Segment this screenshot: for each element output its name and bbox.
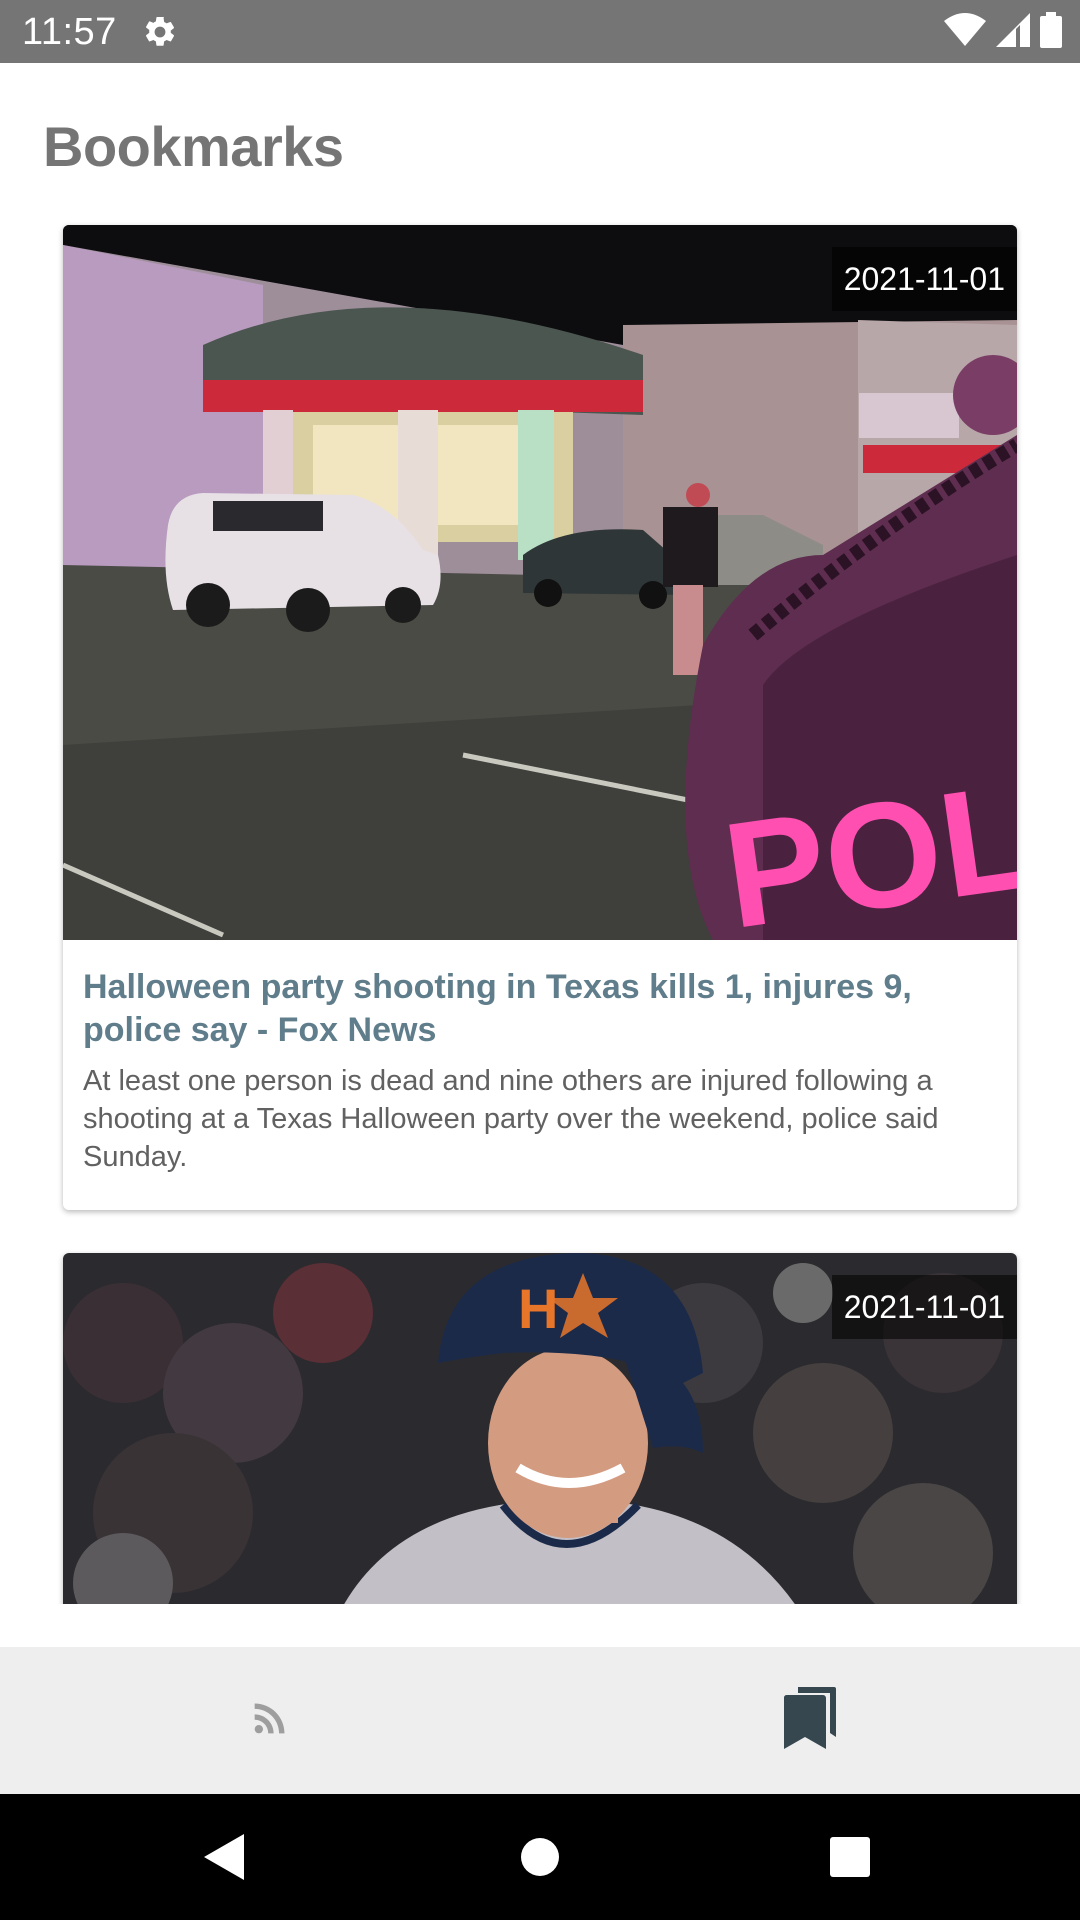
article-title[interactable]: Halloween party shooting in Texas kills … bbox=[83, 966, 997, 1052]
date-badge: 2021-11-01 bbox=[831, 1275, 1017, 1339]
rss-feed-icon bbox=[247, 1695, 293, 1746]
card-body: Halloween party shooting in Texas kills … bbox=[63, 940, 1017, 1176]
screen: 11:57 Bookmarks POLICE 2021-11-01 Hallow… bbox=[0, 0, 1080, 1920]
status-bar: 11:57 bbox=[0, 0, 1080, 63]
bookmark-card[interactable]: H 2021-11-01 bbox=[63, 1253, 1017, 1604]
article-image: H 2021-11-01 bbox=[63, 1253, 1017, 1604]
gear-icon bbox=[142, 14, 178, 50]
svg-text:H: H bbox=[518, 1277, 558, 1340]
battery-icon bbox=[1040, 11, 1062, 53]
status-time: 11:57 bbox=[22, 11, 117, 53]
signal-icon bbox=[996, 12, 1030, 52]
system-navigation-bar bbox=[0, 1794, 1080, 1920]
back-icon[interactable] bbox=[190, 1822, 260, 1892]
status-icons bbox=[944, 11, 1062, 53]
page-title: Bookmarks bbox=[43, 115, 344, 178]
nav-bookmarks-tab[interactable] bbox=[540, 1647, 1080, 1794]
home-icon[interactable] bbox=[505, 1822, 575, 1892]
article-description: At least one person is dead and nine oth… bbox=[83, 1065, 939, 1173]
bookmarks-icon bbox=[784, 1687, 836, 1754]
recents-icon[interactable] bbox=[815, 1822, 885, 1892]
bookmark-list[interactable]: POLICE 2021-11-01 Halloween party shooti… bbox=[0, 200, 1080, 1604]
bookmark-card[interactable]: POLICE 2021-11-01 Halloween party shooti… bbox=[63, 225, 1017, 1210]
nav-feed-tab[interactable] bbox=[0, 1647, 540, 1794]
wifi-icon bbox=[944, 12, 986, 52]
date-badge: 2021-11-01 bbox=[831, 247, 1017, 311]
bottom-navigation bbox=[0, 1647, 1080, 1794]
article-image: POLICE 2021-11-01 bbox=[63, 225, 1017, 940]
